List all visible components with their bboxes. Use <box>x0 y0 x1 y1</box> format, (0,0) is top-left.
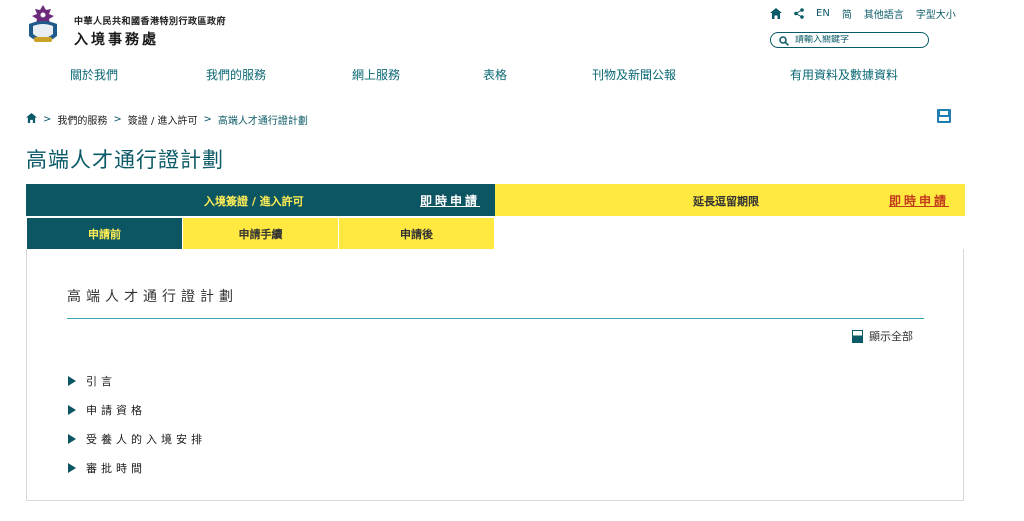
nav-our-services[interactable]: 我們的服務 <box>206 66 266 83</box>
department-name: 入境事務處 <box>74 32 159 48</box>
accordion-label: 引言 <box>86 375 116 388</box>
nav-online-services[interactable]: 網上服務 <box>352 66 400 83</box>
nav-useful-info-data[interactable]: 有用資料及數據資料 <box>790 66 898 83</box>
home-icon[interactable] <box>770 8 782 19</box>
share-icon[interactable] <box>794 8 804 19</box>
breadcrumb-visa-entry[interactable]: 簽證 / 進入許可 <box>128 112 198 127</box>
accordion-dependants[interactable]: 受養人的入境安排 <box>68 431 206 447</box>
subtab-after-application[interactable]: 申請後 <box>339 218 494 249</box>
accordion-label: 審批時間 <box>86 462 146 475</box>
show-all-label: 顯示全部 <box>869 330 913 343</box>
other-languages-link[interactable]: 其他語言 <box>864 6 904 21</box>
breadcrumb-current: 高端人才通行證計劃 <box>217 116 308 127</box>
nav-about-us[interactable]: 關於我們 <box>70 66 118 83</box>
tab-extension-of-stay[interactable]: 延長逗留期限 <box>693 193 759 209</box>
government-name: 中華人民共和國香港特別行政區政府 <box>74 17 227 27</box>
nav-forms[interactable]: 表格 <box>483 66 507 83</box>
accordion-label: 申請資格 <box>86 404 146 417</box>
accordion-label: 受養人的入境安排 <box>86 433 206 446</box>
search-box <box>770 32 929 48</box>
breadcrumb-separator: > <box>203 114 212 125</box>
main-navigation: 關於我們 我們的服務 網上服務 表格 刊物及新聞公報 有用資料及數據資料 <box>0 66 1024 84</box>
font-size-link[interactable]: 字型大小 <box>916 6 956 21</box>
accordion-processing-time[interactable]: 審批時間 <box>68 460 146 476</box>
entry-apply-now-link[interactable]: 即時申請 <box>420 192 480 209</box>
breadcrumb-our-services[interactable]: 我們的服務 <box>57 112 107 127</box>
search-icon[interactable] <box>779 31 789 50</box>
top-utility-links: EN 简 其他語言 字型大小 <box>770 6 956 21</box>
show-all-toggle[interactable]: 顯示全部 <box>852 328 913 344</box>
immd-emblem-logo[interactable] <box>24 4 62 48</box>
print-icon[interactable] <box>936 108 952 124</box>
accordion-introduction[interactable]: 引言 <box>68 373 116 389</box>
breadcrumb-separator: > <box>43 114 52 125</box>
breadcrumb: > 我們的服務 > 簽證 / 進入許可 > 高端人才通行證計劃 <box>26 112 308 127</box>
language-en-link[interactable]: EN <box>816 8 830 19</box>
subtab-application-procedure[interactable]: 申請手續 <box>183 218 338 249</box>
language-simplified-link[interactable]: 简 <box>842 6 852 21</box>
nav-publications-press[interactable]: 刊物及新聞公報 <box>592 66 676 83</box>
accordion-eligibility[interactable]: 申請資格 <box>68 402 146 418</box>
triangle-right-icon <box>68 463 76 473</box>
breadcrumb-home-icon[interactable] <box>26 113 37 126</box>
subtab-before-application[interactable]: 申請前 <box>27 218 182 249</box>
expand-all-icon <box>852 329 863 343</box>
breadcrumb-separator: > <box>113 114 122 125</box>
section-divider <box>67 318 924 319</box>
triangle-right-icon <box>68 434 76 444</box>
search-input[interactable] <box>795 35 915 45</box>
triangle-right-icon <box>68 405 76 415</box>
triangle-right-icon <box>68 376 76 386</box>
section-title: 高端人才通行證計劃 <box>67 289 238 305</box>
page-title: 高端人才通行證計劃 <box>26 148 224 172</box>
extension-apply-now-link[interactable]: 即時申請 <box>889 192 949 209</box>
tab-entry-visa[interactable]: 入境簽證 / 進入許可 <box>204 193 304 209</box>
